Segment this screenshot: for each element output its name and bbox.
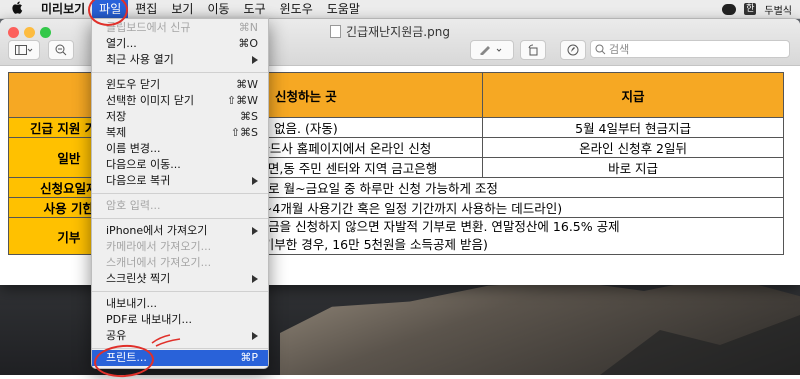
annotation-marks xyxy=(151,334,181,347)
menu-item-enter-password[interactable]: 암호 입력... xyxy=(92,198,268,214)
menu-app-preview[interactable]: 미리보기 xyxy=(34,0,92,18)
search-icon xyxy=(595,44,606,54)
menu-view[interactable]: 보기 xyxy=(164,0,200,18)
submenu-arrow-icon xyxy=(252,332,258,340)
menu-item-rename[interactable]: 이름 변경... xyxy=(92,141,268,157)
search-field[interactable]: 검색 xyxy=(590,40,790,58)
window-title-text: 긴급재난지원금.png xyxy=(346,25,450,39)
menu-help[interactable]: 도움말 xyxy=(320,0,367,18)
submenu-arrow-icon xyxy=(252,227,258,235)
menu-item-close-selected-image[interactable]: 선택한 이미지 닫기 ⇧⌘W xyxy=(92,93,268,109)
input-method-label[interactable]: 두벌식 xyxy=(764,2,792,17)
minimize-window-button[interactable] xyxy=(24,27,35,38)
menu-separator xyxy=(92,218,268,219)
menu-item-export[interactable]: 내보내기... xyxy=(92,296,268,312)
menu-item-open-recent[interactable]: 최근 사용 열기 xyxy=(92,52,268,68)
zoom-window-button[interactable] xyxy=(40,27,51,38)
menu-item-import-from-camera[interactable]: 카메라에서 가져오기... xyxy=(92,239,268,255)
menu-item-import-from-iphone[interactable]: iPhone에서 가져오기 xyxy=(92,223,268,239)
menu-item-take-screenshot[interactable]: 스크린샷 찍기 xyxy=(92,271,268,287)
menu-separator xyxy=(92,193,268,194)
menu-tools[interactable]: 도구 xyxy=(237,0,273,18)
menu-item-export-pdf[interactable]: PDF로 내보내기... xyxy=(92,312,268,328)
menu-go[interactable]: 이동 xyxy=(200,0,236,18)
menu-item-import-from-scanner[interactable]: 스캐너에서 가져오기... xyxy=(92,255,268,271)
submenu-arrow-icon xyxy=(252,56,258,64)
menu-separator xyxy=(92,72,268,73)
table-cell: 바로 지급 xyxy=(482,157,784,178)
close-window-button[interactable] xyxy=(8,27,19,38)
rotate-button[interactable] xyxy=(520,40,546,60)
file-menu-dropdown: 클립보드에서 신규 ⌘N 열기... ⌘O 최근 사용 열기 윈도우 닫기 ⌘W 선택… xyxy=(91,18,269,369)
search-placeholder: 검색 xyxy=(609,43,630,56)
menu-item-move-to[interactable]: 다음으로 이동... xyxy=(92,157,268,173)
zoom-out-icon xyxy=(55,44,67,56)
sidebar-toggle-button[interactable] xyxy=(8,40,40,60)
submenu-arrow-icon xyxy=(252,177,258,185)
menu-edit[interactable]: 편집 xyxy=(128,0,164,18)
table-header-payment: 지급 xyxy=(482,72,784,118)
menu-item-open[interactable]: 열기... ⌘O xyxy=(92,36,268,52)
zoom-out-button[interactable] xyxy=(48,40,74,60)
menu-item-duplicate[interactable]: 복제 ⇧⌘S xyxy=(92,125,268,141)
rotate-icon xyxy=(528,44,538,56)
submenu-arrow-icon xyxy=(252,275,258,283)
menu-item-save[interactable]: 저장 ⌘S xyxy=(92,109,268,125)
menu-separator xyxy=(92,291,268,292)
markup-icon xyxy=(567,44,579,56)
menu-window[interactable]: 윈도우 xyxy=(273,0,320,18)
table-cell: 5월 4일부터 현금지급 xyxy=(482,117,784,138)
markup-pen-button[interactable] xyxy=(470,40,514,60)
window-title: 긴급재난지원금.png xyxy=(330,23,450,40)
chat-bubble-icon[interactable] xyxy=(722,3,737,15)
apple-icon[interactable] xyxy=(0,1,34,18)
file-icon xyxy=(330,25,341,38)
markup-toolbar-button[interactable] xyxy=(560,40,586,60)
sidebar-icon xyxy=(15,45,33,55)
menu-item-close-window[interactable]: 윈도우 닫기 ⌘W xyxy=(92,77,268,93)
input-method-icon[interactable]: 한 xyxy=(744,3,757,15)
pen-icon xyxy=(480,46,502,55)
menu-item-revert-to[interactable]: 다음으로 복귀 xyxy=(92,173,268,189)
table-cell: 온라인 신청후 2일뒤 xyxy=(482,137,784,158)
